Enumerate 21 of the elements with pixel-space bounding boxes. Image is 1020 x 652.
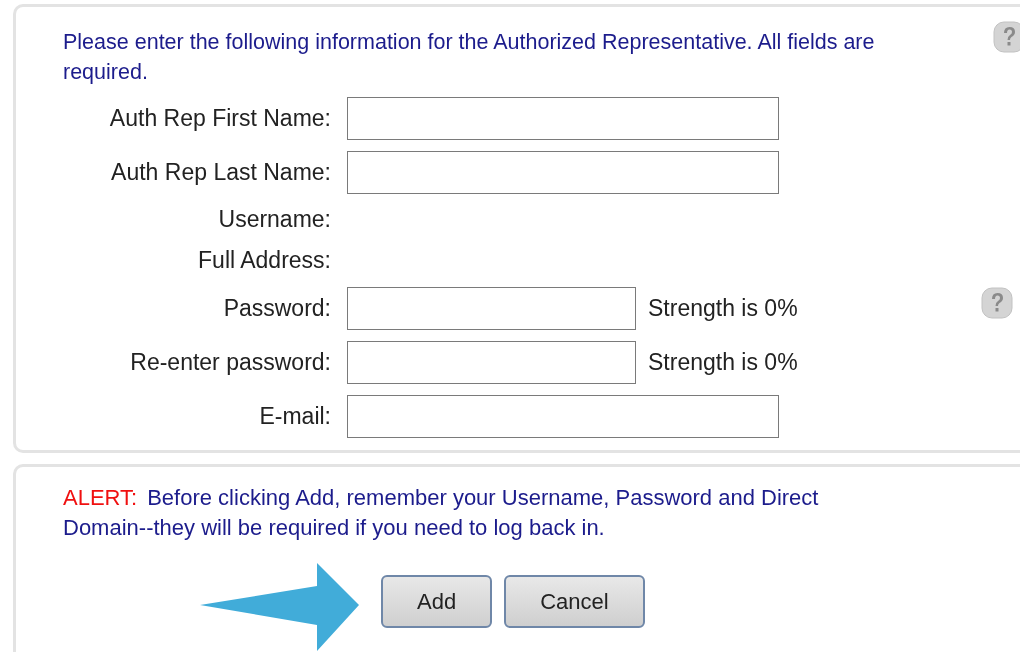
text-input[interactable] xyxy=(347,340,636,384)
cancel-button[interactable]: Cancel xyxy=(504,575,645,628)
strength-text: Strength is 0% xyxy=(648,293,798,323)
add-button[interactable]: Add xyxy=(381,575,493,628)
text-input[interactable] xyxy=(347,96,779,140)
text-input[interactable] xyxy=(347,286,636,330)
alert-text: ALERT: Before clicking Add, remember your Username, Password and Direct Domain--they will be required if you need to log back in. xyxy=(63,484,820,542)
field-label: Full Address: xyxy=(197,246,331,275)
help-icon[interactable] xyxy=(981,287,1013,319)
help-icon[interactable] xyxy=(993,21,1020,53)
field-label: Auth Rep First Name: xyxy=(108,104,331,133)
text-input[interactable] xyxy=(347,150,779,194)
field-label: Re-enter password: xyxy=(129,348,331,377)
field-label: Password: xyxy=(222,294,331,323)
field-label: Auth Rep Last Name: xyxy=(110,158,331,187)
strength-text: Strength is 0% xyxy=(648,347,798,377)
text-input[interactable] xyxy=(347,394,779,438)
instruction-text: Please enter the following information for the Authorized Representative. All fields are required. xyxy=(63,29,876,86)
arrow-icon xyxy=(200,563,359,651)
field-label: Username: xyxy=(217,205,331,234)
field-label: E-mail: xyxy=(258,402,331,431)
